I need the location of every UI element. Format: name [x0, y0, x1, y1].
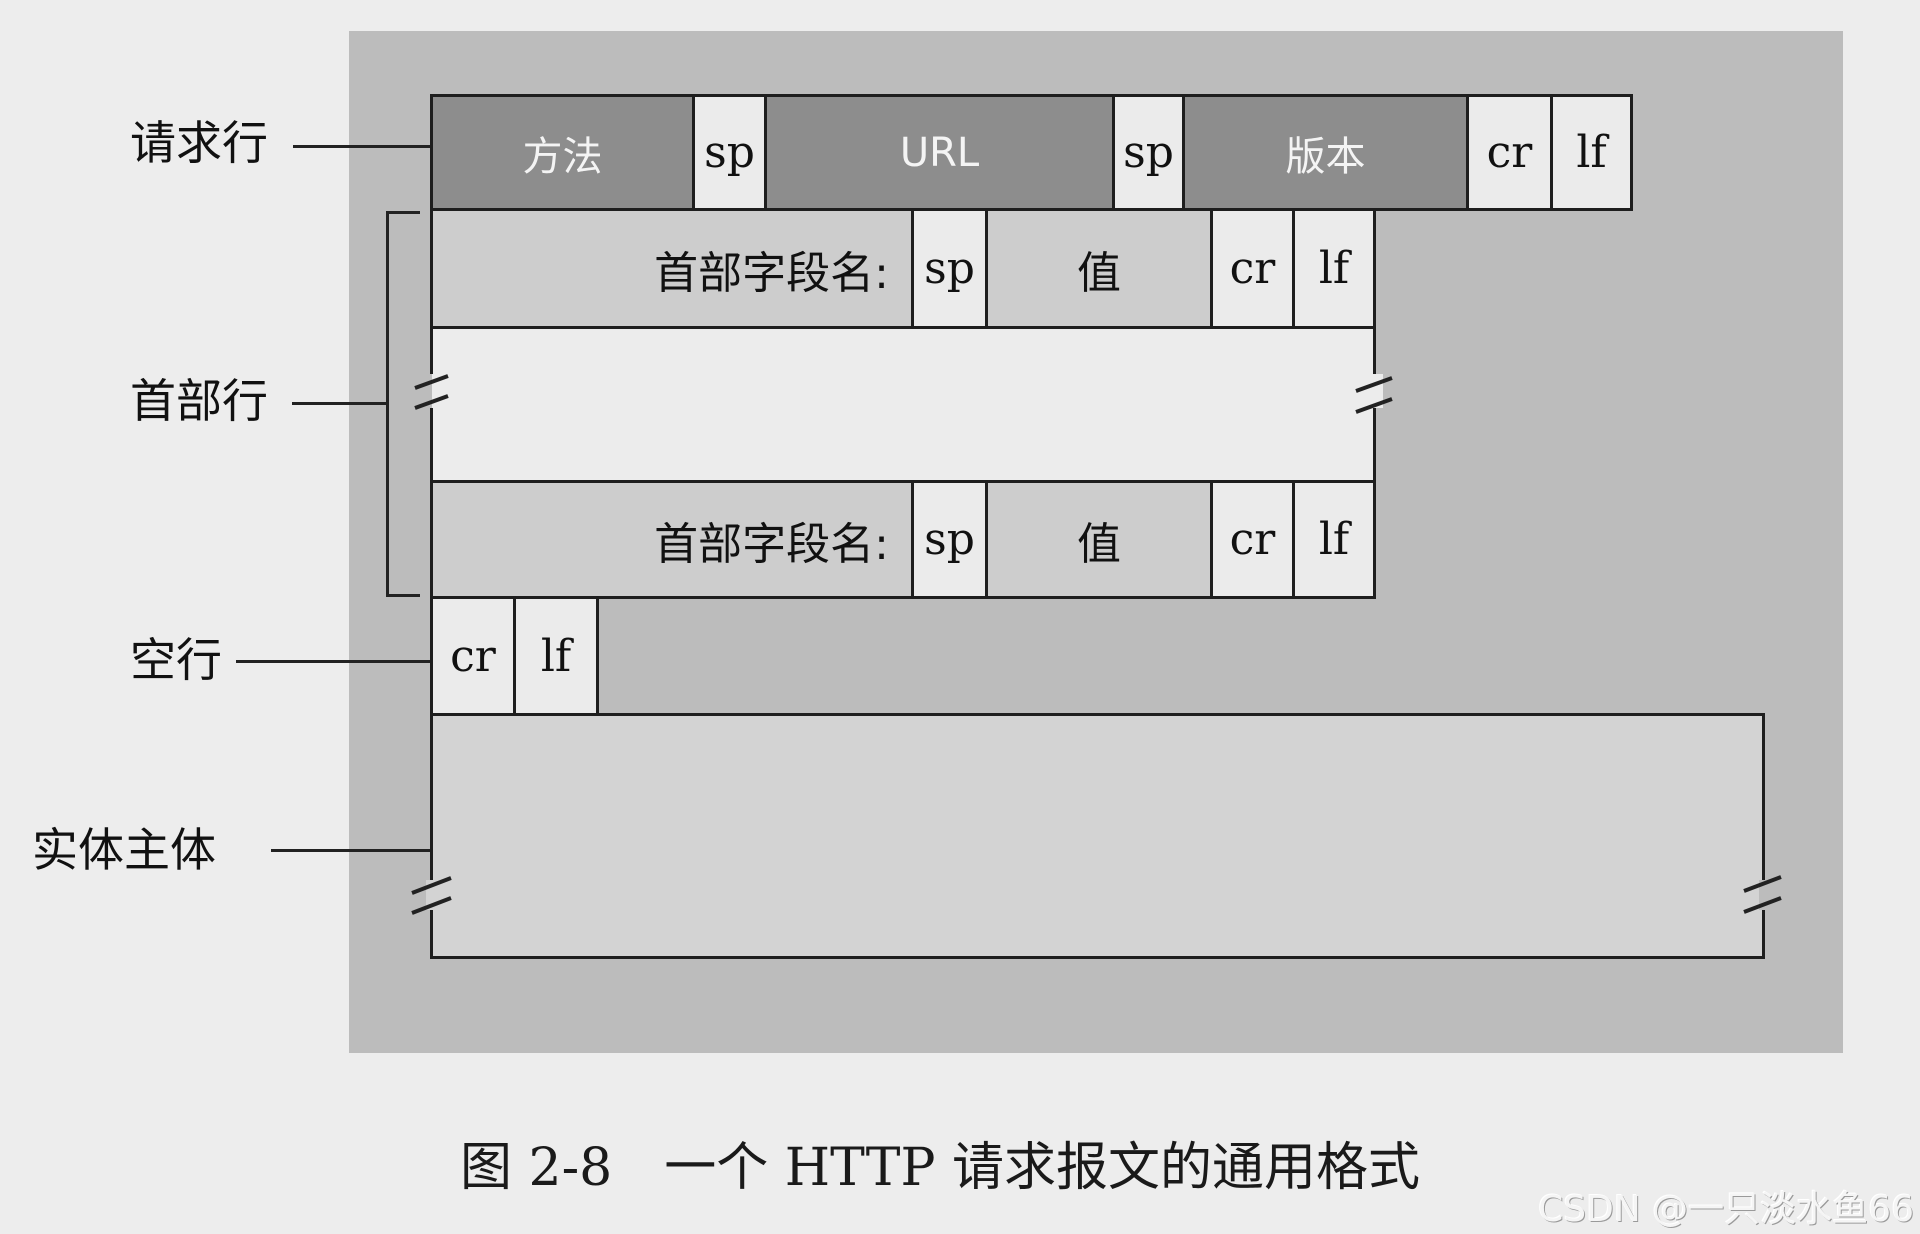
sp-cell: sp [692, 94, 767, 211]
header-bracket [386, 211, 389, 597]
figure-caption: 图 2-8 一个 HTTP 请求报文的通用格式 [460, 1138, 1420, 1198]
cr-cell: cr [1466, 94, 1553, 211]
cr-cell: cr [1210, 208, 1295, 329]
sp-cell: sp [1112, 94, 1185, 211]
header-field-name-cell: 首部字段名: [430, 480, 914, 599]
header-bracket-bottom [386, 594, 420, 597]
elided-header-lines [430, 326, 1376, 483]
lf-cell: lf [1550, 94, 1633, 211]
url-cell: URL [764, 94, 1115, 211]
header-bracket-top [386, 211, 420, 214]
value-cell: 值 [985, 208, 1213, 329]
header-field-name-cell: 首部字段名: [430, 208, 914, 329]
leader-entity-body [271, 849, 430, 852]
cr-cell: cr [430, 596, 516, 716]
sp-cell: sp [911, 208, 988, 329]
leader-header-lines [292, 402, 388, 405]
label-blank-line: 空行 [130, 633, 222, 687]
leader-blank-line [236, 660, 430, 663]
lf-cell: lf [513, 596, 599, 716]
label-header-lines: 首部行 [130, 374, 268, 428]
method-cell: 方法 [430, 94, 695, 211]
label-entity-body: 实体主体 [32, 823, 216, 877]
entity-body-box [430, 713, 1765, 959]
version-cell: 版本 [1182, 94, 1469, 211]
leader-request-line [293, 145, 430, 148]
value-cell: 值 [985, 480, 1213, 599]
lf-cell: lf [1292, 480, 1376, 599]
cr-cell: cr [1210, 480, 1295, 599]
label-request-line: 请求行 [130, 116, 268, 170]
watermark: CSDN @一只淡水鱼66 [1538, 1189, 1914, 1230]
lf-cell: lf [1292, 208, 1376, 329]
sp-cell: sp [911, 480, 988, 599]
